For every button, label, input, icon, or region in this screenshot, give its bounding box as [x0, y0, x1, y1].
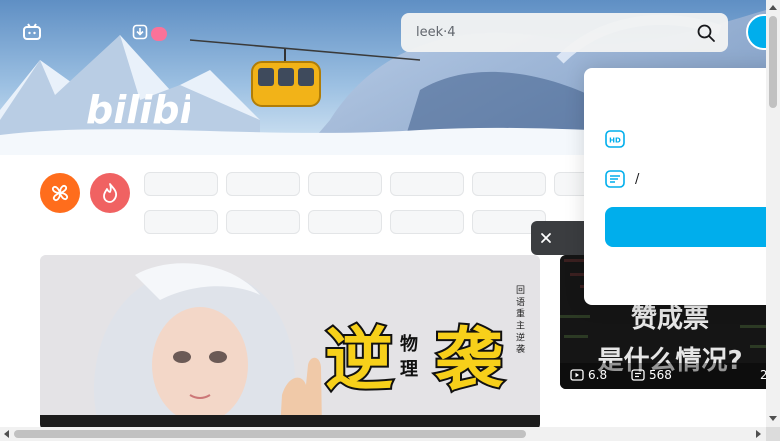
channel-pill[interactable] [308, 172, 382, 196]
subtitle-char-b: 理 [400, 359, 418, 380]
channel-pill[interactable] [390, 210, 464, 234]
scroll-down-arrow-icon[interactable] [769, 416, 777, 421]
scroll-up-arrow-icon[interactable] [769, 5, 777, 10]
featured-video-card[interactable]: 逆 袭 物 理 回 语 重 主 逆 袭 [40, 255, 540, 430]
hot-channel-button[interactable] [40, 173, 80, 213]
feature-hd: HD [605, 130, 635, 148]
flame-icon [103, 183, 118, 203]
bilibili-logo[interactable]: bilibili [86, 83, 190, 131]
view-count-value: 6.8 [588, 368, 608, 382]
search-input[interactable] [416, 17, 696, 48]
notification-toast [531, 221, 591, 255]
play-count-icon [570, 369, 584, 381]
new-badge [151, 27, 167, 41]
channel-pill[interactable] [390, 172, 464, 196]
svg-text:HD: HD [609, 137, 621, 145]
featured-video-thumbnail: 逆 袭 物 理 回 语 重 主 逆 袭 [40, 255, 540, 430]
horizontal-scroll-thumb[interactable] [14, 430, 526, 438]
scroll-right-arrow-icon[interactable] [756, 430, 761, 438]
subtitle-char-a: 物 [400, 333, 418, 355]
download-client-link[interactable] [132, 24, 167, 41]
vertical-scrollbar[interactable] [766, 0, 780, 427]
login-popover: HD / [584, 68, 780, 305]
close-icon[interactable] [539, 231, 553, 245]
login-button[interactable] [605, 207, 780, 247]
channel-pill[interactable] [144, 210, 218, 234]
svg-text:bilibili: bilibili [86, 88, 190, 131]
vertical-caption: 回 语 重 主 逆 袭 [514, 285, 525, 354]
channel-pill[interactable] [226, 210, 300, 234]
top-nav [22, 22, 167, 42]
pinwheel-icon [51, 184, 69, 202]
tv-icon[interactable] [22, 22, 42, 42]
thumbnail-overlay-line1: 赞成票 [630, 304, 709, 334]
comment-icon [605, 170, 625, 188]
search-bar [401, 13, 728, 52]
danmaku-count: 568 [631, 368, 672, 382]
feature-comment: / [605, 170, 639, 188]
title-char-2: 袭 [435, 321, 504, 400]
view-count: 6.8 [570, 368, 607, 382]
search-icon[interactable] [696, 23, 716, 43]
popular-channel-button[interactable] [90, 173, 130, 213]
title-char-1: 逆 [325, 321, 393, 400]
channel-pill[interactable] [308, 210, 382, 234]
scrollbar-corner [766, 427, 780, 441]
channel-pill[interactable] [226, 172, 300, 196]
horizontal-scrollbar[interactable] [0, 427, 766, 441]
vertical-scroll-thumb[interactable] [769, 16, 777, 108]
scroll-left-arrow-icon[interactable] [4, 430, 9, 438]
hd-icon: HD [605, 130, 625, 148]
danmaku-count-value: 568 [649, 368, 672, 382]
feature-comment-label: / [635, 171, 640, 187]
download-icon [132, 24, 148, 40]
channel-pill[interactable] [472, 172, 546, 196]
channel-pill[interactable] [144, 172, 218, 196]
danmaku-icon [631, 369, 645, 381]
